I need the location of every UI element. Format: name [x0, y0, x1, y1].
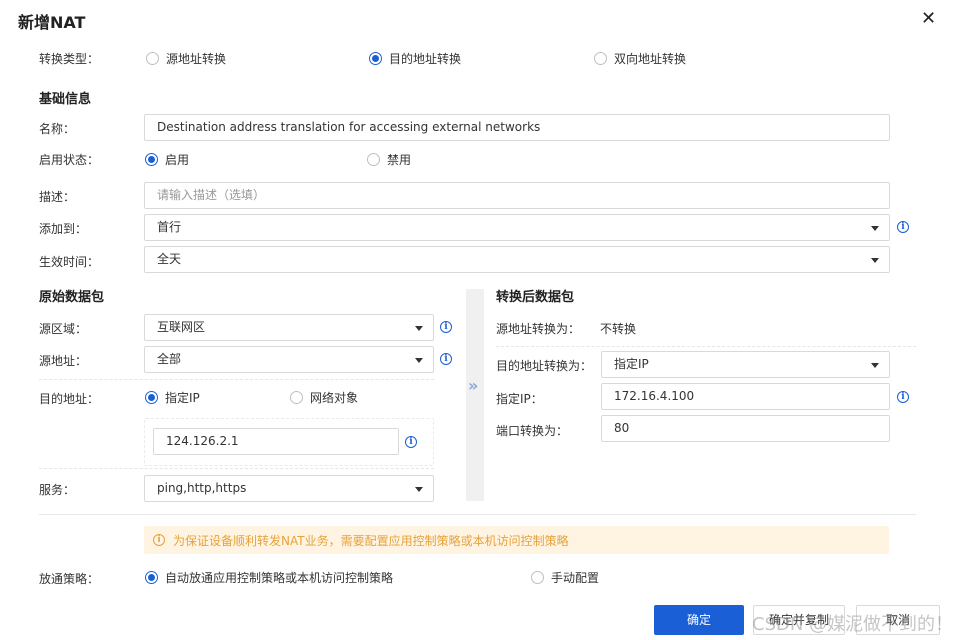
translated-ip-label: 指定IP：	[496, 392, 543, 406]
effective-time-label: 生效时间：	[39, 255, 100, 269]
info-icon[interactable]: i	[440, 353, 452, 365]
effective-time-select[interactable]: 全天	[144, 246, 890, 273]
radio-destination-nat[interactable]: 目的地址转换	[369, 50, 461, 67]
basic-info-title: 基础信息	[39, 92, 92, 107]
warning-notice: i 为保证设备顺利转发NAT业务，需要配置应用控制策略或本机访问控制策略	[144, 526, 889, 554]
info-icon[interactable]: i	[405, 436, 417, 448]
destination-address-label: 目的地址：	[39, 392, 100, 406]
radio-source-nat[interactable]: 源地址转换	[146, 50, 226, 67]
destination-ip-input[interactable]: 124.126.2.1	[153, 428, 399, 455]
radio-label: 源地址转换	[166, 52, 227, 66]
destination-conversion-label: 目的地址转换为：	[496, 359, 593, 373]
radio-dst-network-object[interactable]: 网络对象	[290, 389, 358, 406]
policy-label: 放通策略：	[39, 572, 100, 586]
radio-dst-specified-ip[interactable]: 指定IP	[145, 389, 200, 406]
radio-label: 双向地址转换	[614, 52, 687, 66]
dialog-title: 新增NAT	[18, 13, 86, 32]
conversion-type-label: 转换类型：	[39, 52, 100, 66]
radio-circle-selected	[145, 391, 158, 404]
original-packet-title: 原始数据包	[39, 290, 105, 305]
warning-text: 为保证设备顺利转发NAT业务，需要配置应用控制策略或本机访问控制策略	[173, 533, 569, 548]
cancel-button[interactable]: 取消	[856, 605, 940, 635]
caret-down-icon	[871, 258, 879, 263]
radio-label: 手动配置	[551, 571, 600, 585]
source-address-value: 全部	[157, 352, 182, 366]
destination-conversion-select[interactable]: 指定IP	[601, 351, 890, 378]
source-address-select[interactable]: 全部	[144, 346, 434, 373]
radio-policy-manual[interactable]: 手动配置	[531, 569, 599, 586]
add-to-select[interactable]: 首行	[144, 214, 890, 241]
divider	[496, 346, 916, 347]
port-conversion-input[interactable]: 80	[601, 415, 890, 442]
service-select[interactable]: ping,http,https	[144, 475, 434, 502]
radio-label: 目的地址转换	[389, 52, 462, 66]
source-zone-select[interactable]: 互联网区	[144, 314, 434, 341]
radio-bidirectional-nat[interactable]: 双向地址转换	[594, 50, 686, 67]
info-icon[interactable]: i	[897, 391, 909, 403]
status-label: 启用状态：	[39, 153, 100, 167]
radio-status-enabled[interactable]: 启用	[145, 151, 189, 168]
radio-status-disabled[interactable]: 禁用	[367, 151, 411, 168]
description-input[interactable]: 请输入描述（选填）	[144, 182, 890, 209]
divider	[39, 468, 434, 469]
radio-policy-auto[interactable]: 自动放通应用控制策略或本机访问控制策略	[145, 569, 393, 586]
radio-label: 禁用	[387, 153, 412, 167]
description-label: 描述：	[39, 190, 76, 204]
radio-circle	[531, 571, 544, 584]
caret-down-icon	[871, 226, 879, 231]
confirm-button[interactable]: 确定	[654, 605, 744, 635]
caret-down-icon	[415, 487, 423, 492]
confirm-and-copy-button[interactable]: 确定并复制	[753, 605, 845, 635]
translated-packet-title: 转换后数据包	[496, 290, 575, 305]
source-zone-label: 源区域：	[39, 322, 88, 336]
service-value: ping,http,https	[157, 481, 247, 495]
radio-circle	[146, 52, 159, 65]
radio-label: 网络对象	[310, 391, 359, 405]
column-separator	[466, 289, 484, 501]
service-label: 服务：	[39, 483, 76, 497]
radio-circle-selected	[369, 52, 382, 65]
radio-circle-selected	[145, 571, 158, 584]
add-to-label: 添加到：	[39, 222, 88, 236]
effective-time-value: 全天	[157, 252, 182, 266]
source-address-label: 源地址：	[39, 354, 88, 368]
caret-down-icon	[415, 326, 423, 331]
warning-icon: i	[153, 534, 165, 546]
close-icon[interactable]: ✕	[921, 9, 936, 29]
source-conversion-value: 不转换	[600, 322, 637, 336]
caret-down-icon	[871, 363, 879, 368]
radio-circle	[367, 153, 380, 166]
info-icon[interactable]: i	[440, 321, 452, 333]
radio-circle	[290, 391, 303, 404]
translated-ip-input[interactable]: 172.16.4.100	[601, 383, 890, 410]
source-zone-value: 互联网区	[157, 320, 206, 334]
divider	[39, 514, 916, 515]
double-chevron-right-icon: »	[468, 376, 479, 395]
name-input[interactable]: Destination address translation for acce…	[144, 114, 890, 141]
add-to-value: 首行	[157, 220, 182, 234]
radio-label: 启用	[165, 153, 190, 167]
name-label: 名称：	[39, 122, 76, 136]
port-conversion-label: 端口转换为：	[496, 424, 569, 438]
radio-label: 指定IP	[165, 391, 200, 405]
destination-conversion-value: 指定IP	[614, 357, 649, 371]
divider	[39, 379, 434, 380]
caret-down-icon	[415, 358, 423, 363]
radio-label: 自动放通应用控制策略或本机访问控制策略	[165, 571, 394, 585]
info-icon[interactable]: i	[897, 221, 909, 233]
source-conversion-label: 源地址转换为：	[496, 322, 581, 336]
radio-circle	[594, 52, 607, 65]
radio-circle-selected	[145, 153, 158, 166]
